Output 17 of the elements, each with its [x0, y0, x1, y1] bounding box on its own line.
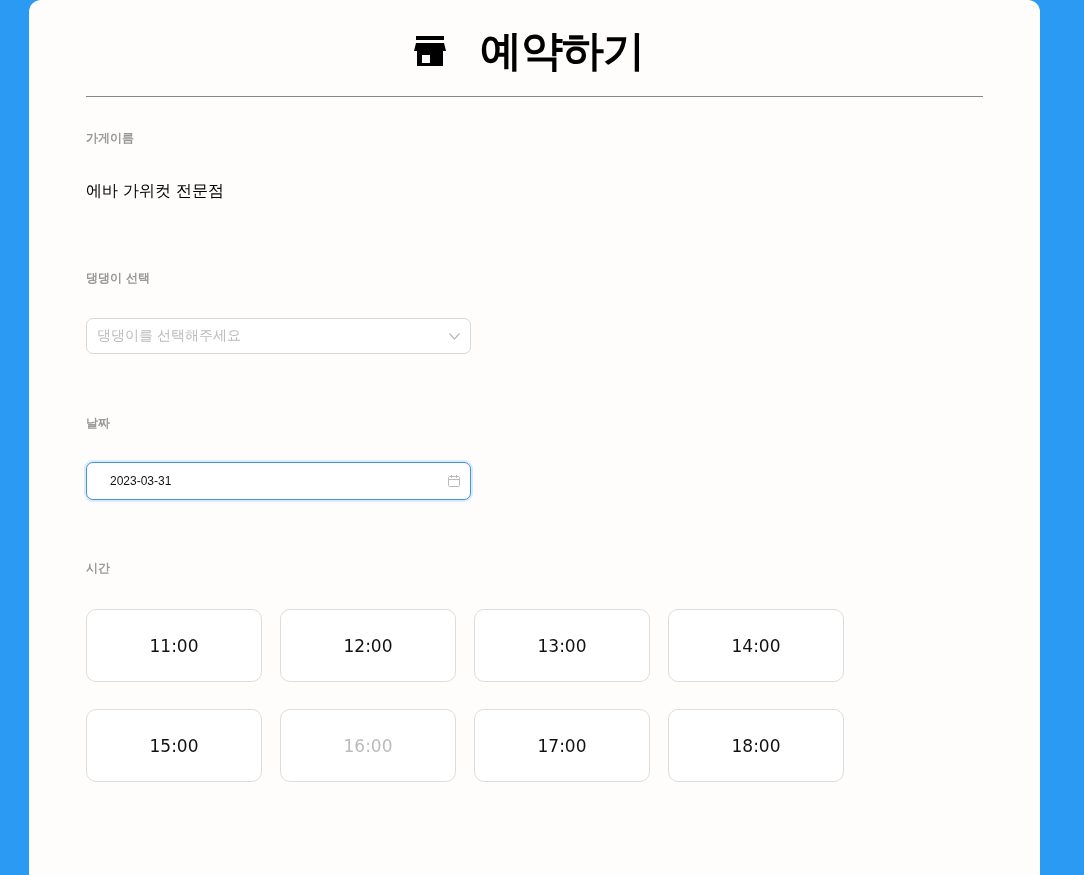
store-icon: [413, 36, 446, 66]
time-slot-button[interactable]: 17:00: [474, 709, 650, 782]
field-label: 날짜: [86, 415, 111, 432]
field-label: 댕댕이 선택: [86, 270, 152, 287]
store-name: 에바 가위컷 전문점: [86, 181, 226, 202]
date-field[interactable]: 2023-03-31: [86, 462, 471, 500]
time-slot-button[interactable]: 11:00: [86, 609, 262, 682]
time-slot-button[interactable]: 14:00: [668, 609, 844, 682]
time-slot-button[interactable]: 13:00: [474, 609, 650, 682]
field-label: 가게이름: [86, 130, 135, 147]
time-slot-button[interactable]: 15:00: [86, 709, 262, 782]
field-label: 시간: [86, 560, 111, 577]
calendar-icon: [448, 475, 460, 487]
page-title: 예약하기: [479, 25, 644, 77]
chevron-down-icon: [449, 332, 460, 340]
time-slot-button[interactable]: 12:00: [280, 609, 456, 682]
time-slot-button[interactable]: 18:00: [668, 709, 844, 782]
